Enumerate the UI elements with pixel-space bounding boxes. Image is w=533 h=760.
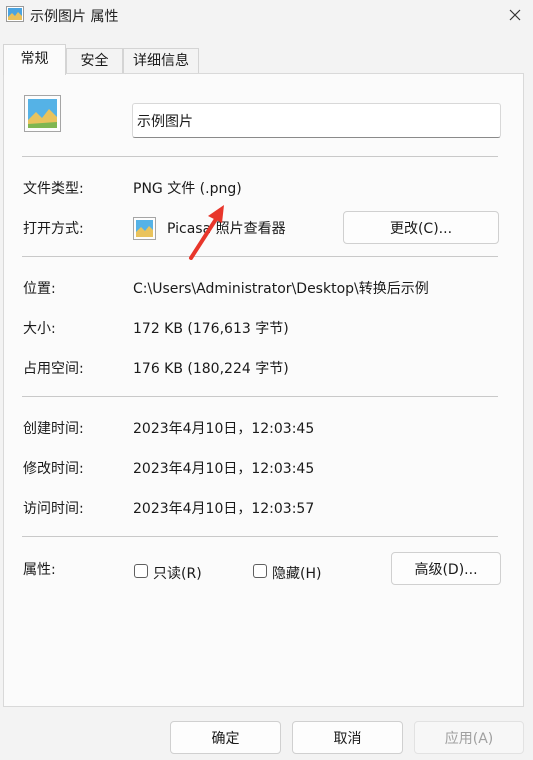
apply-button[interactable]: 应用(A) <box>414 721 524 754</box>
close-button[interactable] <box>497 0 533 30</box>
tab-general[interactable]: 常规 <box>3 44 66 75</box>
open-with-label: 打开方式: <box>23 221 84 237</box>
hidden-checkbox-label[interactable]: 隐藏(H) <box>272 563 321 583</box>
disk-size-label: 占用空间: <box>23 361 84 377</box>
advanced-button[interactable]: 高级(D)... <box>391 552 501 585</box>
file-name-input[interactable] <box>132 103 501 138</box>
accessed-value: 2023年4月10日，12:03:57 <box>133 501 315 517</box>
image-file-icon <box>6 6 24 22</box>
file-type-value: PNG 文件 (.png) <box>133 181 242 197</box>
readonly-checkbox[interactable] <box>134 564 148 578</box>
accessed-label: 访问时间: <box>23 501 84 517</box>
modified-label: 修改时间: <box>23 461 84 477</box>
tab-security[interactable]: 安全 <box>66 48 123 74</box>
divider <box>22 256 498 257</box>
tab-details[interactable]: 详细信息 <box>123 48 199 74</box>
divider <box>22 156 498 157</box>
divider <box>22 396 498 397</box>
created-label: 创建时间: <box>23 421 84 437</box>
file-type-label: 文件类型: <box>23 181 84 197</box>
created-value: 2023年4月10日，12:03:45 <box>133 421 315 437</box>
hidden-checkbox[interactable] <box>253 564 267 578</box>
attributes-label: 属性: <box>23 562 56 578</box>
close-icon <box>509 9 521 21</box>
modified-value: 2023年4月10日，12:03:45 <box>133 461 315 477</box>
ok-button[interactable]: 确定 <box>170 721 281 754</box>
picasa-icon <box>133 217 156 240</box>
open-with-value: Picasa 照片查看器 <box>167 221 286 237</box>
size-label: 大小: <box>23 321 56 337</box>
location-label: 位置: <box>23 281 56 297</box>
change-button[interactable]: 更改(C)... <box>343 211 499 244</box>
cancel-button[interactable]: 取消 <box>292 721 403 754</box>
location-value: C:\Users\Administrator\Desktop\转换后示例 <box>133 281 429 297</box>
general-panel <box>3 73 524 707</box>
image-file-icon <box>24 95 61 132</box>
title-bar: 示例图片 属性 <box>0 0 533 30</box>
disk-size-value: 176 KB (180,224 字节) <box>133 361 289 377</box>
size-value: 172 KB (176,613 字节) <box>133 321 289 337</box>
readonly-checkbox-label[interactable]: 只读(R) <box>153 563 202 583</box>
tab-bar: 常规 安全 详细信息 <box>0 44 533 75</box>
divider <box>22 536 498 537</box>
window-title: 示例图片 属性 <box>30 9 119 25</box>
